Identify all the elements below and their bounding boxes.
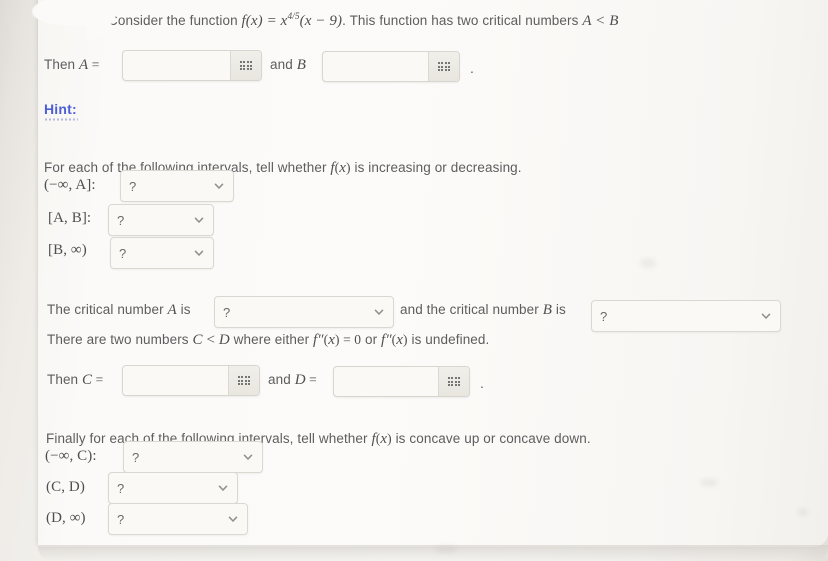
input-b-answerbox[interactable]	[322, 51, 460, 82]
and-b-label: and B	[270, 57, 306, 73]
exponent: 4/5	[287, 12, 300, 22]
chevron-down-icon	[217, 482, 229, 494]
dropdown-interval-neg-inf-c[interactable]: ?	[123, 441, 263, 473]
chevron-down-icon	[193, 247, 205, 259]
dropdown-value: ?	[600, 308, 608, 324]
chevron-down-icon	[373, 306, 385, 318]
dropdown-interval-d-inf[interactable]: ?	[108, 503, 248, 535]
critical-a-label: The critical number A is	[47, 302, 191, 318]
input-b-field[interactable]	[323, 52, 428, 81]
dropdown-value: ?	[119, 245, 127, 261]
interval-label-neg-inf-c: (−∞, C):	[45, 448, 97, 464]
cd-sentence: There are two numbers C < D where either…	[47, 332, 490, 348]
dropdown-value: ?	[117, 480, 125, 496]
hint-link[interactable]: Hint:	[44, 101, 77, 117]
page-background: Consider the function f(x) = x4/5(x − 9)…	[0, 0, 828, 561]
chevron-down-icon	[242, 451, 254, 463]
and-d-label: and D =	[268, 372, 317, 388]
chevron-down-icon	[760, 310, 772, 322]
hint-link-underline	[44, 118, 78, 121]
dropdown-interval-c-d[interactable]: ?	[108, 472, 238, 504]
dropdown-interval-b-inf[interactable]: ?	[110, 237, 214, 269]
increasing-question: For each of the following intervals, tel…	[44, 160, 522, 176]
then-c-label: Then C =	[47, 372, 104, 388]
period-after-b: .	[470, 60, 474, 76]
dropdown-value: ?	[117, 511, 125, 527]
dropdown-value: ?	[129, 178, 137, 194]
problem-intro-suffix: . This function has two critical numbers	[342, 13, 583, 28]
input-d-answerbox[interactable]	[333, 366, 470, 397]
critical-b-label: and the critical number B is	[400, 302, 566, 318]
dropdown-value: ?	[132, 449, 140, 465]
chevron-down-icon	[213, 180, 225, 192]
then-a-label: Then A =	[44, 57, 100, 73]
calculator-grid-icon[interactable]	[438, 367, 469, 396]
interval-label-neg-inf-a: (−∞, A]:	[44, 177, 96, 193]
dropdown-critical-b[interactable]: ?	[591, 300, 781, 332]
input-c-field[interactable]	[123, 366, 228, 395]
dropdown-value: ?	[223, 304, 231, 320]
dropdown-interval-a-b[interactable]: ?	[108, 204, 214, 236]
dropdown-value: ?	[117, 212, 125, 228]
calculator-grid-icon[interactable]	[228, 366, 259, 395]
interval-label-b-inf: [B, ∞)	[48, 242, 87, 258]
dropdown-critical-a[interactable]: ?	[214, 296, 394, 328]
problem-intro-prefix: Consider the function	[108, 13, 242, 28]
interval-label-a-b: [A, B]:	[48, 210, 92, 226]
chevron-down-icon	[227, 513, 239, 525]
interval-label-d-inf: (D, ∞)	[46, 510, 86, 526]
calculator-grid-icon[interactable]	[230, 51, 261, 80]
input-a-answerbox[interactable]	[122, 50, 262, 81]
input-c-answerbox[interactable]	[122, 365, 260, 396]
card-bottom-shadow	[38, 545, 828, 561]
dropdown-interval-neg-inf-a[interactable]: ?	[120, 170, 234, 202]
calculator-grid-icon[interactable]	[428, 52, 459, 81]
function-expression: f(x) = x4/5(x − 9)	[241, 12, 343, 29]
interval-label-c-d: (C, D)	[46, 479, 85, 495]
input-a-field[interactable]	[123, 51, 230, 80]
input-d-field[interactable]	[334, 367, 438, 396]
period-after-d: .	[480, 375, 484, 391]
problem-statement: Consider the function f(x) = x4/5(x − 9)…	[108, 12, 619, 31]
critical-numbers-relation: A < B	[582, 13, 619, 29]
function-factor: (x − 9)	[299, 13, 343, 29]
chevron-down-icon	[193, 214, 205, 226]
